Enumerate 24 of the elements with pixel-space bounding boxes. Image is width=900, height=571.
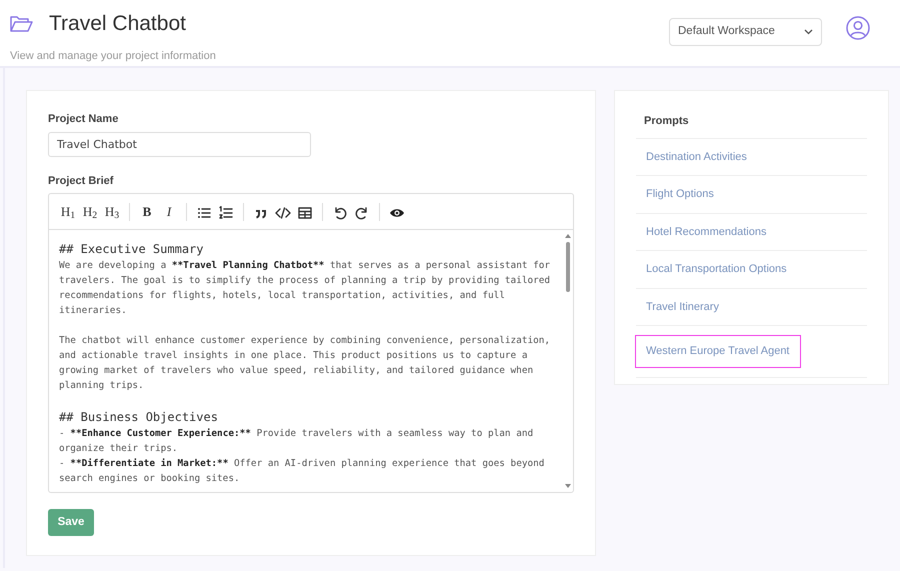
prompts-heading: Prompts (636, 113, 867, 138)
chevron-down-icon (804, 29, 813, 35)
heading-button[interactable]: H$_{2}$ (79, 200, 101, 222)
markdown-paragraph: The chatbot will enhance customer experience by combining convenience, personalization, and actionable travel insights in one place. This product positions us to capture a growing market of travelers who value speed, reliability, and tailored guidance when planning trips. (59, 334, 552, 393)
project-name-field[interactable]: Travel Chatbot (48, 132, 311, 156)
user-avatar-icon[interactable] (846, 16, 870, 40)
page-title: Travel Chatbot (49, 11, 186, 37)
markdown-list-item: - **Differentiate in Market:** Offer an AI-driven planning experience that goes beyond search engines or booking sites. (59, 457, 546, 486)
code-icon (275, 204, 291, 221)
numbered-list-icon (218, 204, 234, 221)
workspace-dropdown[interactable]: Default Workspace (669, 18, 822, 46)
markdown-paragraph: We are developing a **Travel Planning Chatbot** that serves as a personal assistant for travelers. The goal is to simplify the process of planning a trip by providing tailored recommendations for flights, hotels, local transportation, activities, and full itineraries. (59, 259, 552, 318)
field-label: Project Brief (48, 174, 114, 188)
italic-button[interactable]: I (158, 200, 180, 222)
heading-button[interactable]: H$_{1}$ (57, 200, 79, 222)
field-label: Project Name (48, 112, 120, 127)
markdown-heading: ## Executive Summary (59, 241, 204, 258)
heading-button[interactable]: H$_{3}$ (101, 200, 123, 222)
markdown-heading: ## Business Objectives (59, 409, 219, 426)
folder-icon (10, 14, 33, 33)
bold-button[interactable]: B (136, 200, 158, 222)
page-subtitle: View and manage your project information (10, 48, 216, 64)
markdown-list-item: - **Enhance Customer Experience:** Provide travelers with a seamless way to plan and organize their trips. (59, 427, 534, 456)
table-icon (297, 204, 313, 221)
